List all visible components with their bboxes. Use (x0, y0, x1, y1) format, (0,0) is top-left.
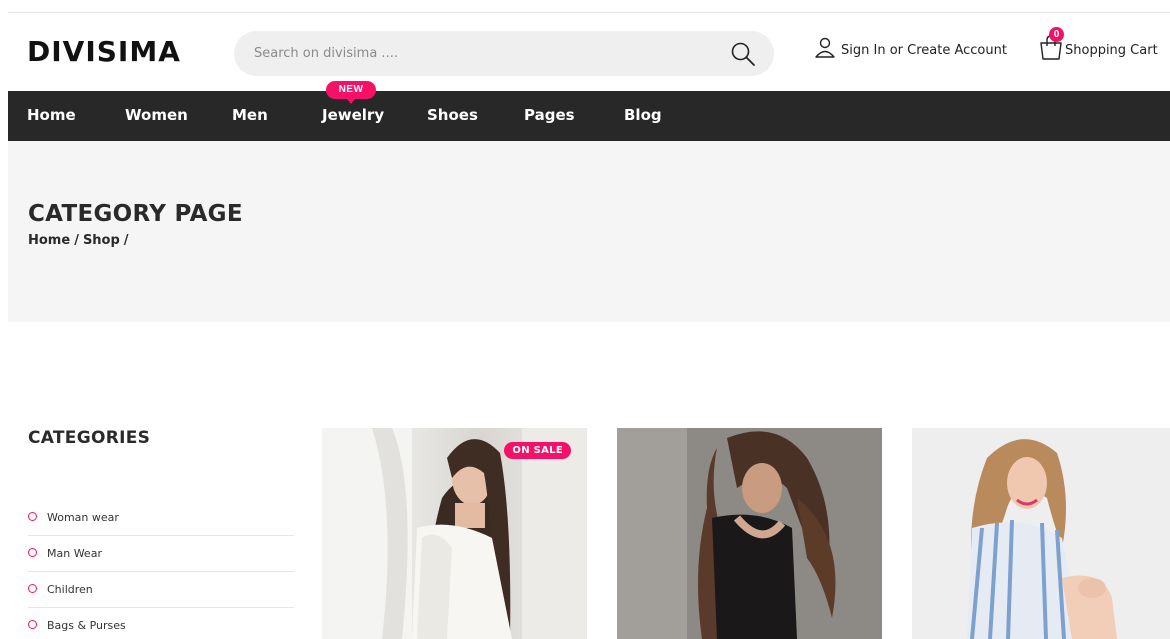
main-nav: Home Women Men Jewelry NEW Shoes Pages B… (8, 81, 1170, 141)
nav-item-home[interactable]: Home (27, 91, 76, 141)
product-card-image[interactable] (617, 428, 882, 639)
circle-bullet-icon (28, 512, 37, 521)
category-list: Woman wear Man Wear Children Bags & Purs… (28, 500, 294, 639)
breadcrumb: Home / Shop / (28, 233, 129, 248)
shopping-bag-icon: 0 (1038, 27, 1064, 61)
shopping-cart-link[interactable]: 0 Shopping Cart (1038, 27, 1158, 61)
search-bar (234, 31, 774, 76)
page-banner: CATEGORY PAGE Home / Shop / (8, 141, 1170, 322)
breadcrumb-separator: / (123, 233, 129, 248)
site-header: DIVISIMA Sign In or Create Account 0 Sho… (0, 13, 1170, 91)
category-label: Children (47, 583, 93, 596)
search-input[interactable] (254, 31, 714, 76)
breadcrumb-home[interactable]: Home (28, 233, 70, 248)
nav-item-blog[interactable]: Blog (624, 91, 662, 141)
circle-bullet-icon (28, 620, 37, 629)
sign-in-label: Sign In or Create Account (841, 43, 1007, 58)
circle-bullet-icon (28, 548, 37, 557)
product-card-image[interactable] (912, 428, 1170, 639)
page-title: CATEGORY PAGE (28, 201, 243, 227)
product-card-image[interactable]: ON SALE (322, 428, 587, 639)
circle-bullet-icon (28, 584, 37, 593)
categories-heading: CATEGORIES (28, 428, 151, 448)
category-label: Bags & Purses (47, 619, 126, 632)
product-photo (617, 428, 882, 639)
product-photo (322, 428, 587, 639)
category-label: Man Wear (47, 547, 102, 560)
site-logo[interactable]: DIVISIMA (27, 35, 181, 68)
category-item-woman-wear[interactable]: Woman wear (28, 500, 294, 536)
nav-item-women[interactable]: Women (125, 91, 188, 141)
category-item-bags-purses[interactable]: Bags & Purses (28, 608, 294, 639)
search-icon[interactable] (730, 41, 756, 67)
cart-count-badge: 0 (1049, 27, 1064, 42)
user-icon (814, 37, 836, 64)
category-item-man-wear[interactable]: Man Wear (28, 536, 294, 572)
nav-item-shoes[interactable]: Shoes (427, 91, 478, 141)
breadcrumb-shop[interactable]: Shop (83, 233, 120, 248)
nav-item-pages[interactable]: Pages (524, 91, 575, 141)
on-sale-badge: ON SALE (504, 442, 571, 459)
category-item-children[interactable]: Children (28, 572, 294, 608)
breadcrumb-separator: / (74, 233, 79, 248)
product-photo (912, 428, 1170, 639)
cart-label: Shopping Cart (1065, 43, 1158, 58)
new-badge: NEW (326, 81, 376, 104)
sign-in-link[interactable]: Sign In or Create Account (814, 37, 1007, 64)
category-label: Woman wear (47, 511, 119, 524)
nav-item-men[interactable]: Men (232, 91, 268, 141)
